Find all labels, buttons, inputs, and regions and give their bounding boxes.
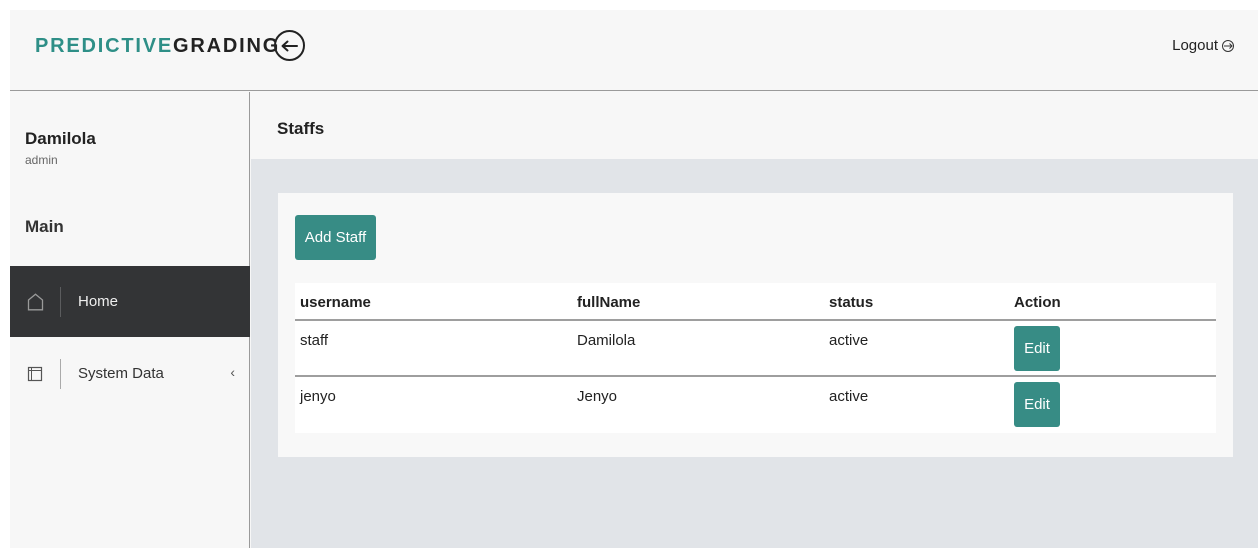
column-header-username: username [300,294,371,311]
home-icon [10,292,60,311]
column-header-action: Action [1014,294,1061,311]
column-header-status: status [829,294,874,311]
staff-table: username fullName status Action staff Da… [295,283,1216,433]
sidebar-section-title: Main [25,217,64,236]
staff-card: Add Staff username fullName status Actio… [278,193,1233,457]
fullname-cell: Damilola [577,332,636,349]
arrow-left-icon [281,40,298,51]
sidebar-item-home[interactable]: Home [10,266,250,337]
username-cell: jenyo [300,388,336,405]
status-cell: active [829,332,869,349]
logout-icon [1222,39,1234,52]
brand-logo[interactable]: PREDICTIVEGRADING [35,35,280,58]
nav-separator [60,286,61,317]
edit-button[interactable]: Edit [1014,326,1060,371]
status-cell: active [829,388,869,405]
user-role: admin [25,153,58,167]
chevron-left-icon[interactable]: ‹ [230,364,235,380]
sidebar: Damilola admin Main Home System Data ‹ [10,92,250,548]
top-header: PREDICTIVEGRADING Logout [10,10,1258,91]
main-content: Add Staff username fullName status Actio… [251,159,1258,548]
app-frame: PREDICTIVEGRADING Logout Damilola admin … [10,10,1258,548]
user-name: Damilola [25,129,96,148]
fullname-cell: Jenyo [577,388,618,405]
username-cell: staff [300,332,329,349]
table-row: jenyo Jenyo active Edit [295,377,1216,433]
edit-button[interactable]: Edit [1014,382,1060,427]
back-button[interactable] [274,30,305,61]
table-row: staff Damilola active Edit [295,321,1216,377]
add-staff-button[interactable]: Add Staff [295,215,376,260]
logout-button[interactable]: Logout [1172,37,1235,54]
sidebar-item-label: Home [78,293,119,310]
nav-separator [60,358,61,389]
page-title: Staffs [277,119,325,138]
table-header-row: username fullName status Action [295,283,1216,321]
column-header-fullname: fullName [577,294,641,311]
book-icon [10,366,60,382]
brand-text-predictive: PREDICTIVE [35,35,174,57]
sidebar-item-label: System Data [78,365,164,382]
brand-text-grading: GRADING [173,35,281,57]
page-title-bar: Staffs [251,92,1258,159]
sidebar-item-system-data[interactable]: System Data ‹ [10,338,250,409]
logout-label: Logout [1172,37,1218,54]
